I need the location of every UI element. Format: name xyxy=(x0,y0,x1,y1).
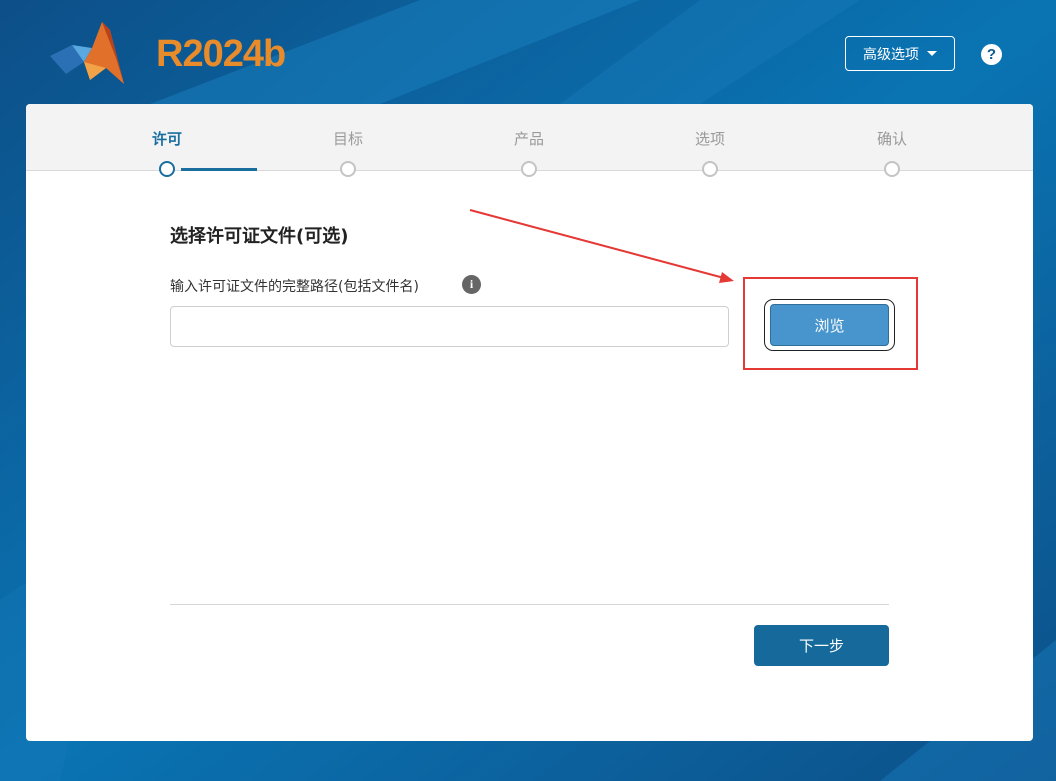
installer-panel: 许可 目标 产品 选项 确认 选择许可证文件(可选) 输入许可证文件的完整路径(… xyxy=(26,104,1033,741)
version-prefix: R xyxy=(156,33,183,75)
browse-label: 浏览 xyxy=(814,316,845,335)
footer-divider xyxy=(170,604,889,605)
step-label: 确认 xyxy=(876,130,907,148)
step-progress-line xyxy=(181,168,257,171)
matlab-logo xyxy=(50,22,124,84)
step-dot xyxy=(702,161,718,177)
advanced-options-label: 高级选项 xyxy=(863,46,919,63)
version-number: 2024 xyxy=(182,33,264,75)
caret-down-icon xyxy=(927,51,937,56)
next-label: 下一步 xyxy=(798,637,844,655)
step-dot xyxy=(340,161,356,177)
version-suffix: b xyxy=(263,33,286,75)
version-title: R2024b xyxy=(156,32,286,76)
info-icon[interactable]: i xyxy=(462,275,481,294)
license-path-input[interactable] xyxy=(170,306,729,347)
step-dot xyxy=(884,161,900,177)
step-dot xyxy=(159,161,175,177)
license-path-label: 输入许可证文件的完整路径(包括文件名) xyxy=(170,279,419,295)
step-label: 选项 xyxy=(694,130,725,148)
advanced-options-button[interactable]: 高级选项 xyxy=(845,36,955,71)
steps-bar: 许可 目标 产品 选项 确认 xyxy=(26,104,1033,177)
step-label: 目标 xyxy=(332,130,363,148)
help-icon[interactable]: ? xyxy=(981,44,1002,65)
browse-button[interactable]: 浏览 xyxy=(770,304,889,346)
next-button[interactable]: 下一步 xyxy=(754,625,889,666)
step-label: 产品 xyxy=(513,130,544,148)
step-dot xyxy=(521,161,537,177)
section-title: 选择许可证文件(可选) xyxy=(170,226,349,247)
step-label: 许可 xyxy=(151,130,182,148)
